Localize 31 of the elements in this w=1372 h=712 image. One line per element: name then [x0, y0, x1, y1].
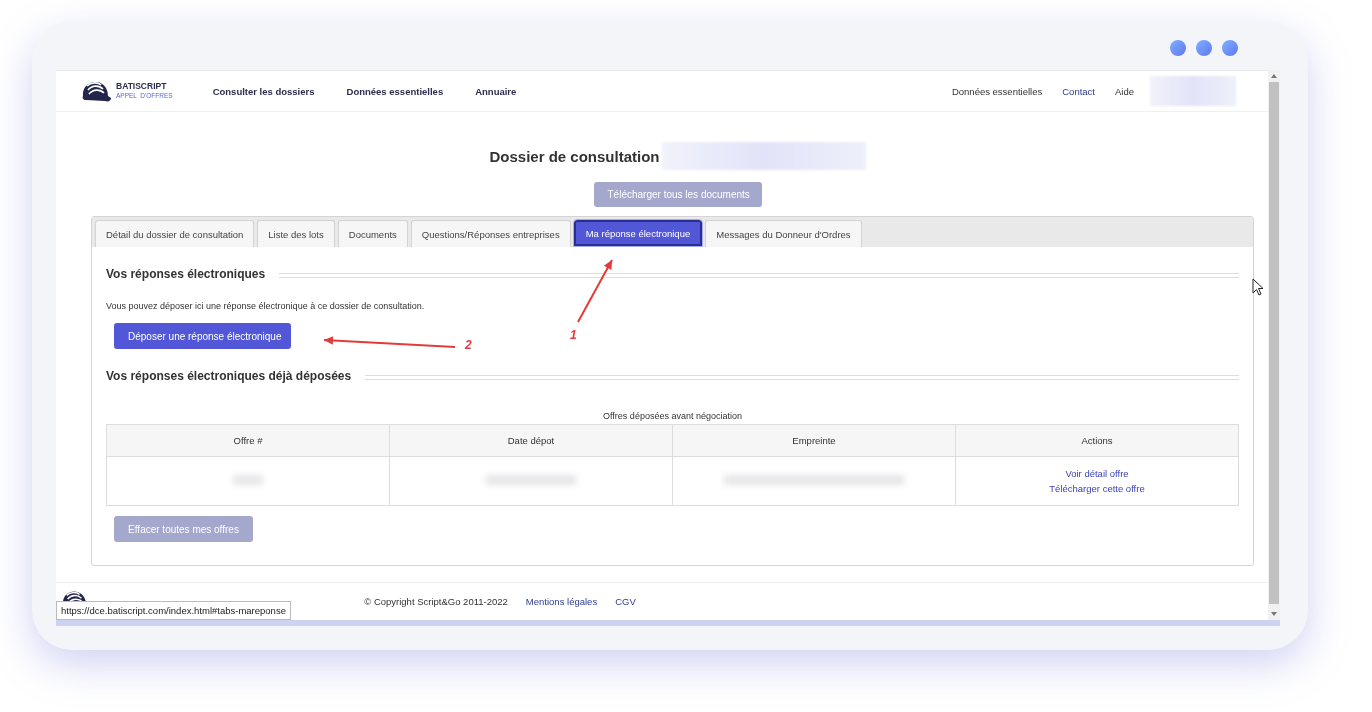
nav-link[interactable]: Consulter les dossiers — [212, 85, 315, 97]
header-link[interactable]: Contact — [1062, 85, 1095, 97]
footer-link[interactable]: CGV — [615, 596, 636, 607]
footer-link[interactable]: Mentions légales — [525, 596, 598, 607]
column-header: Offre # — [106, 424, 390, 457]
deposit-response-button[interactable]: Déposer une réponse électronique — [114, 323, 291, 349]
tab[interactable]: Détail du dossier de consultation — [95, 220, 255, 247]
column-header: Empreinte — [672, 424, 956, 457]
header-link[interactable]: Données essentielles — [951, 85, 1043, 97]
page-title: Dossier de consultation — [489, 147, 660, 165]
annotation-number: 2 — [465, 338, 472, 352]
tab[interactable]: Liste des lots — [257, 220, 335, 247]
info-text: Vous pouvez déposer ici une réponse électronique à ce dossier de consultation. — [106, 301, 425, 311]
action-link[interactable]: Voir détail offre — [957, 466, 1237, 481]
action-link[interactable]: Télécharger cette offre — [957, 481, 1237, 496]
nav-link[interactable]: Annuaire — [475, 85, 517, 97]
copyright-text: © Copyright Script&Go 2011-2022 — [364, 596, 508, 607]
annotation-number: 1 — [570, 328, 577, 342]
logo-name: BATISCRIPT — [116, 82, 168, 91]
column-header: Actions — [955, 424, 1239, 457]
header-link[interactable]: Aide — [1115, 85, 1134, 97]
nav-link[interactable]: Données essentielles — [346, 85, 444, 97]
status-url: https://dce.batiscript.com/index.html#tabs-mareponse — [56, 601, 291, 620]
tab[interactable]: Messages du Donneur d'Ordres — [705, 220, 862, 247]
tab[interactable]: Ma réponse électronique — [573, 220, 703, 246]
tab[interactable]: Questions/Réponses entreprises — [410, 220, 571, 247]
column-header: Date dépot — [389, 424, 673, 457]
table-caption: Offres déposées avant négociation — [602, 411, 743, 421]
section-heading: Vos réponses électroniques — [106, 267, 266, 281]
tab[interactable]: Documents — [337, 220, 408, 247]
section-heading: Vos réponses électroniques déjà déposées — [106, 369, 352, 383]
